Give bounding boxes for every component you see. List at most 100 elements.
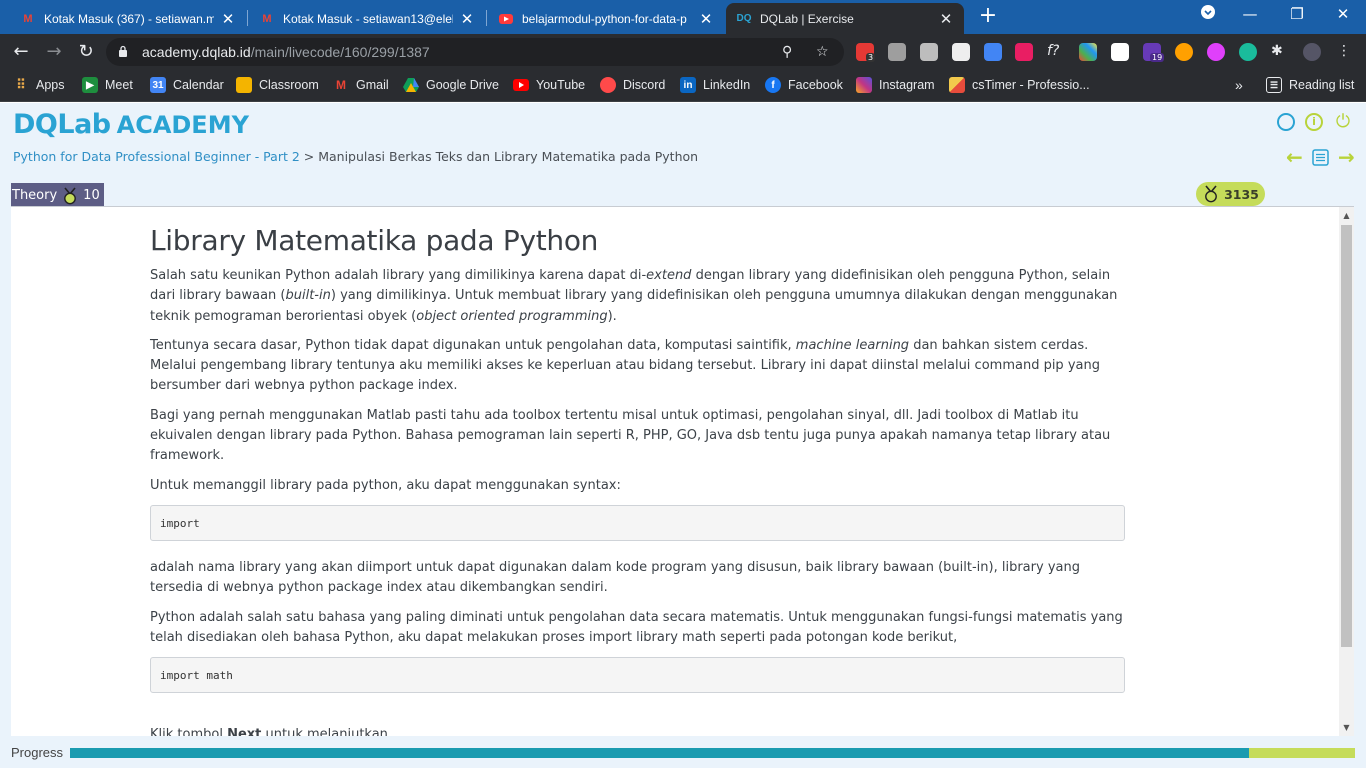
gmail-icon: M xyxy=(262,12,272,25)
dqlab-page: DQLab ACADEMY i ⏻ Python for Data Profess… xyxy=(0,103,1366,768)
next-arrow-icon[interactable]: → xyxy=(1338,147,1355,167)
bookmark-label: Google Drive xyxy=(426,78,499,92)
minimize-button[interactable]: — xyxy=(1238,5,1262,23)
profile-icon[interactable] xyxy=(1277,113,1295,131)
browser-tab-gmail-1[interactable]: M Kotak Masuk (367) - setiawan.mo ✕ xyxy=(10,3,246,34)
bookmark-label: Meet xyxy=(105,78,133,92)
youtube-icon xyxy=(513,77,529,93)
puzzle-icon[interactable]: ✱ xyxy=(1271,43,1289,61)
paragraph-4: Untuk memanggil library pada python, aku… xyxy=(150,477,621,493)
text-italic: object oriented programming xyxy=(416,308,608,324)
bookmark-gmail[interactable]: M Gmail xyxy=(333,77,389,93)
menu-icon[interactable]: ⋮ xyxy=(1335,43,1353,61)
extension-icon-3[interactable] xyxy=(920,43,938,61)
bookmark-calendar[interactable]: 31 Calendar xyxy=(150,77,224,93)
avatar[interactable] xyxy=(1303,43,1321,61)
cstimer-icon xyxy=(949,77,965,93)
instagram-icon xyxy=(856,77,872,93)
bookmark-classroom[interactable]: Classroom xyxy=(236,77,319,93)
score-badge: 3135 xyxy=(1196,182,1265,206)
formula-extension-icon[interactable]: f? xyxy=(1047,43,1065,61)
new-tab-button[interactable]: + xyxy=(976,4,1000,28)
extension-icon-9[interactable] xyxy=(1111,43,1129,61)
bookmark-google-drive[interactable]: Google Drive xyxy=(403,77,499,93)
reload-button[interactable]: ↻ xyxy=(74,40,98,64)
extension-icon-12[interactable] xyxy=(1207,43,1225,61)
text-italic: extend xyxy=(646,268,692,283)
close-icon[interactable]: ✕ xyxy=(459,10,475,28)
facebook-icon: f xyxy=(765,77,781,93)
tab-title: belajarmodul-python-for-data-p xyxy=(522,11,687,26)
tab-search-button[interactable] xyxy=(1196,5,1220,23)
bookmark-instagram[interactable]: Instagram xyxy=(856,77,935,93)
extension-badge: 3 xyxy=(866,53,876,62)
address-bar[interactable]: academy.dqlab.id/main/livecode/160/299/1… xyxy=(106,38,844,66)
browser-tab-dqlab[interactable]: DQ DQLab | Exercise ✕ xyxy=(726,3,964,34)
previous-arrow-icon[interactable]: ← xyxy=(1286,147,1303,167)
paragraph-2: Tentunya secara dasar, Python tidak dapa… xyxy=(150,336,1125,397)
text-span: ). xyxy=(607,308,617,324)
window-close-button[interactable]: ✕ xyxy=(1331,5,1355,23)
lesson-body: Library Matematika pada Python Salah sat… xyxy=(150,219,1125,710)
paragraph-6: Python adalah salah satu bahasa yang pal… xyxy=(150,609,1123,645)
text-span: untuk melanjutkan. xyxy=(261,727,393,736)
scroll-down-arrow[interactable]: ▼ xyxy=(1342,723,1351,732)
power-icon[interactable]: ⏻ xyxy=(1334,113,1352,131)
dqlab-logo[interactable]: DQLab ACADEMY xyxy=(13,109,249,140)
extension-icon-8[interactable] xyxy=(1079,43,1097,61)
bookmark-facebook[interactable]: f Facebook xyxy=(765,77,843,93)
paragraph-1: Salah satu keunikan Python adalah librar… xyxy=(150,266,1125,327)
text-span: Klik tombol xyxy=(150,727,228,736)
extension-icon-1[interactable]: 3 xyxy=(856,43,876,62)
breadcrumb-chapter: Manipulasi Berkas Teks dan Library Matem… xyxy=(318,149,699,164)
browser-tab-gmail-2[interactable]: M Kotak Masuk - setiawan13@elekt ✕ xyxy=(249,3,485,34)
bookmarks-overflow-button[interactable]: » xyxy=(1235,77,1243,93)
chevron-down-icon xyxy=(1201,5,1215,19)
close-icon[interactable]: ✕ xyxy=(220,10,236,28)
close-icon[interactable]: ✕ xyxy=(938,10,954,28)
bookmark-meet[interactable]: ▶ Meet xyxy=(82,77,133,93)
bookmark-star-icon[interactable]: ☆ xyxy=(816,44,829,60)
next-instruction: Klik tombol Next untuk melanjutkan. xyxy=(150,727,392,736)
extension-icon-13[interactable] xyxy=(1239,43,1257,61)
extension-icon-2[interactable] xyxy=(888,43,906,61)
progress-label: Progress xyxy=(11,745,64,760)
medal-icon xyxy=(1205,185,1217,203)
calendar-icon: 31 xyxy=(150,77,166,93)
browser-tab-youtube[interactable]: belajarmodul-python-for-data-p ✕ xyxy=(488,3,724,34)
extension-icon-10[interactable]: 19 xyxy=(1143,43,1165,62)
content-scrollbar[interactable]: ▲ ▼ xyxy=(1339,207,1354,736)
bookmark-label: LinkedIn xyxy=(703,78,751,92)
forward-button[interactable]: → xyxy=(42,40,66,64)
url-text: academy.dqlab.id/main/livecode/160/299/1… xyxy=(142,44,430,60)
zoom-icon[interactable]: ⚲ xyxy=(782,44,792,60)
tab-title: Kotak Masuk - setiawan13@elekt xyxy=(283,11,453,26)
gmail-icon: M xyxy=(336,78,346,92)
paragraph-5: adalah nama library yang akan diimport u… xyxy=(150,559,1080,596)
bookmark-cstimer[interactable]: csTimer - Professio... xyxy=(949,77,1090,93)
lock-icon xyxy=(119,45,127,57)
bookmark-label: Instagram xyxy=(879,78,935,92)
extension-icon-11[interactable] xyxy=(1175,43,1193,61)
scroll-thumb[interactable] xyxy=(1341,225,1352,647)
close-icon[interactable]: ✕ xyxy=(698,10,714,28)
bookmark-linkedin[interactable]: in LinkedIn xyxy=(680,77,750,93)
scroll-up-arrow[interactable]: ▲ xyxy=(1342,211,1351,220)
reading-list-button[interactable]: ☰ Reading list xyxy=(1266,77,1354,93)
bookmark-youtube[interactable]: YouTube xyxy=(513,77,585,93)
extension-icon-6[interactable] xyxy=(1015,43,1033,61)
translate-extension-icon[interactable] xyxy=(984,43,1002,61)
extension-icon-4[interactable] xyxy=(952,43,970,61)
score-value: 3135 xyxy=(1224,186,1259,202)
info-icon[interactable]: i xyxy=(1305,113,1323,131)
bookmark-discord[interactable]: Discord xyxy=(600,77,665,93)
maximize-button[interactable]: ❐ xyxy=(1285,5,1309,23)
apps-grid-icon: ⠿ xyxy=(16,77,26,92)
theory-points: 10 xyxy=(83,188,100,203)
browser-tab-strip: M Kotak Masuk (367) - setiawan.mo ✕ M Ko… xyxy=(0,0,1366,34)
bookmark-apps[interactable]: ⠿ Apps xyxy=(13,77,64,93)
logo-dq: DQLab xyxy=(13,109,111,140)
module-list-button[interactable] xyxy=(1312,149,1329,169)
back-button[interactable]: ← xyxy=(9,40,33,64)
breadcrumb-course-link[interactable]: Python for Data Professional Beginner - … xyxy=(13,149,300,164)
